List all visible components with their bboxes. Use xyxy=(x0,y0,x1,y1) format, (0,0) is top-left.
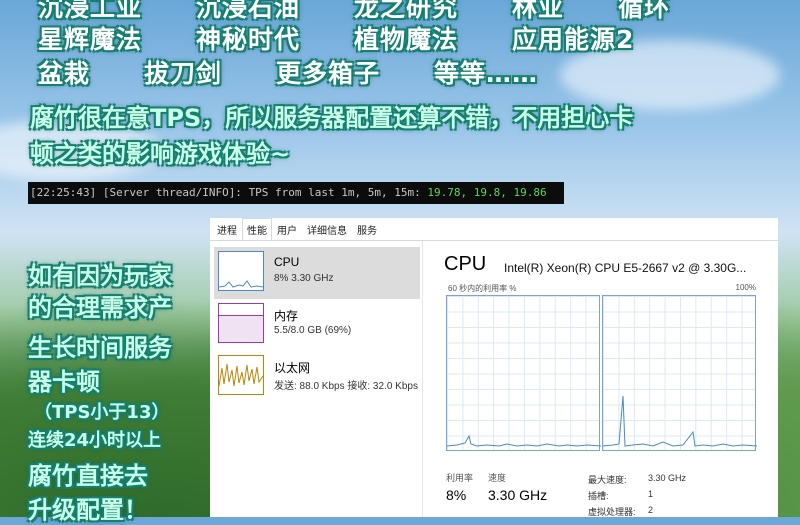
sidebar-item-label: 以太网 xyxy=(274,361,311,375)
sockets-label: 插槽: xyxy=(588,491,609,501)
cpu-core-graph-0 xyxy=(446,295,601,451)
tab-users[interactable]: 用户 xyxy=(272,218,302,240)
tab-details[interactable]: 详细信息 xyxy=(302,218,352,240)
server-console-line: [22:25:43] [Server thread/INFO]: TPS fro… xyxy=(28,182,564,204)
promo-left-line: （TPS小于13） xyxy=(34,402,170,423)
virtual-processors-value: 2 xyxy=(648,505,654,515)
sidebar-item-label: 内存 xyxy=(274,309,299,323)
promo-left-line: 腐竹直接去 xyxy=(28,462,148,490)
promo-line-1: 腐竹很在意TPS，所以服务器配置还算不错，不用担心卡 xyxy=(30,104,634,132)
utilization-graph-max: 100% xyxy=(735,283,756,292)
tab-performance[interactable]: 性能 xyxy=(242,218,272,240)
ethernet-mini-graph xyxy=(218,355,264,395)
task-manager-window: 进程 性能 用户 详细信息 服务 CPU 8% 3.30 GHz 内存 5.5/… xyxy=(210,218,778,517)
tab-services[interactable]: 服务 xyxy=(352,218,382,240)
sidebar-item-detail: 发送: 88.0 Kbps 接收: 32.0 Kbps xyxy=(274,381,418,392)
console-thread: [Server thread/INFO]: xyxy=(102,186,242,199)
promo-left-line: 如有因为玩家 xyxy=(28,262,172,290)
promo-left-line: 器卡顿 xyxy=(28,368,100,396)
sidebar-item-memory[interactable]: 内存 5.5/8.0 GB (69%) xyxy=(214,299,420,351)
utilization-value: 8% xyxy=(446,487,467,503)
tab-processes[interactable]: 进程 xyxy=(212,218,242,240)
promo-left-line: 生长时间服务 xyxy=(28,334,172,362)
mod-list-row-1: 星辉魔法 神秘时代 植物魔法 应用能源2 xyxy=(38,25,635,54)
promo-left-line: 连续24小时以上 xyxy=(28,430,162,451)
sidebar-item-detail: 8% 3.30 GHz xyxy=(274,273,334,284)
sidebar-item-ethernet[interactable]: 以太网 发送: 88.0 Kbps 接收: 32.0 Kbps xyxy=(214,351,420,403)
max-speed-value: 3.30 GHz xyxy=(648,473,687,483)
cpu-detail-pane: CPU Intel(R) Xeon(R) CPU E5-2667 v2 @ 3.… xyxy=(444,241,778,517)
utilization-label: 利用率 xyxy=(446,473,474,483)
console-tps-values: 19.78, 19.8, 19.86 xyxy=(427,186,547,199)
cpu-core-graph-1 xyxy=(602,295,757,451)
max-speed-label: 最大速度: xyxy=(588,475,627,485)
speed-value: 3.30 GHz xyxy=(488,487,548,503)
console-message: TPS from last 1m, 5m, 15m: xyxy=(248,186,421,199)
console-time: [22:25:43] xyxy=(30,186,97,199)
cpu-title: CPU xyxy=(444,253,487,275)
mod-list-row-2: 盆栽 拔刀剑 更多箱子 等等…… xyxy=(38,59,539,88)
promo-left-line: 的合理需求产 xyxy=(28,294,172,322)
promo-left-line: 升级配置！ xyxy=(28,496,148,524)
sidebar-item-cpu[interactable]: CPU 8% 3.30 GHz xyxy=(214,247,420,299)
speed-label: 速度 xyxy=(488,473,507,483)
sockets-value: 1 xyxy=(648,489,654,499)
promo-line-2: 顿之类的影响游戏体验~ xyxy=(30,140,291,168)
virtual-processors-label: 虚拟处理器: xyxy=(588,507,636,517)
resource-sidebar: CPU 8% 3.30 GHz 内存 5.5/8.0 GB (69%) 以太网 … xyxy=(210,241,423,517)
cpu-mini-graph xyxy=(218,251,264,291)
sidebar-item-detail: 5.5/8.0 GB (69%) xyxy=(274,325,352,336)
utilization-graph-label: 60 秒内的利用率 % xyxy=(448,284,517,293)
tab-bar: 进程 性能 用户 详细信息 服务 xyxy=(210,218,778,241)
memory-mini-graph xyxy=(218,303,264,343)
cpu-model: Intel(R) Xeon(R) CPU E5-2667 v2 @ 3.30G.… xyxy=(504,261,747,275)
sidebar-item-label: CPU xyxy=(274,255,300,269)
